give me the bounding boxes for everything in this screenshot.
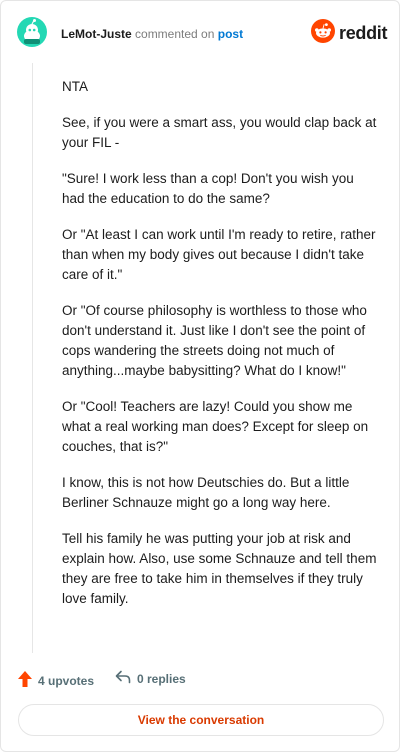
- reply-arrow-icon: [115, 670, 137, 687]
- view-conversation-button[interactable]: View the conversation: [18, 704, 384, 736]
- upvote-arrow-icon: [17, 670, 38, 691]
- comment-paragraph: Tell his family he was putting your job …: [62, 531, 377, 606]
- reddit-wordmark: reddit: [339, 22, 388, 43]
- comment-paragraph: See, if you were a smart ass, you would …: [62, 115, 377, 150]
- upvote-count: 4 upvotes: [38, 673, 95, 688]
- upvote-button[interactable]: 4 upvotes: [17, 670, 94, 691]
- comment-paragraph: Or "At least I can work until I'm ready …: [62, 227, 376, 282]
- comment-paragraph: NTA: [62, 79, 88, 94]
- comment-footer: 4 upvotes 0 replies: [1, 668, 399, 692]
- replies-button[interactable]: 0 replies: [115, 670, 186, 687]
- reddit-snoo-icon: [311, 18, 335, 48]
- comment-paragraph: "Sure! I work less than a cop! Don't you…: [62, 171, 354, 206]
- comment-body: NTA See, if you were a smart ass, you wo…: [62, 77, 380, 625]
- action-text: commented on: [135, 27, 215, 41]
- reply-count: 0 replies: [137, 671, 186, 686]
- comment-paragraph: Or "Of course philosophy is worthless to…: [62, 303, 367, 378]
- post-link[interactable]: post: [218, 27, 243, 41]
- comment-paragraph: I know, this is not how Deutschies do. B…: [62, 475, 350, 510]
- snoo-avatar-icon[interactable]: [17, 17, 47, 47]
- comment-paragraph: Or "Cool! Teachers are lazy! Could you s…: [62, 399, 369, 454]
- username[interactable]: LeMot-Juste: [61, 27, 132, 41]
- thread-line: [32, 63, 33, 653]
- comment-card: LeMot-Juste commented on post reddit NTA…: [0, 0, 400, 752]
- reddit-logo[interactable]: reddit: [311, 18, 388, 48]
- comment-header: LeMot-Juste commented on post reddit: [1, 1, 399, 63]
- comment-meta: LeMot-Juste commented on post: [61, 27, 243, 41]
